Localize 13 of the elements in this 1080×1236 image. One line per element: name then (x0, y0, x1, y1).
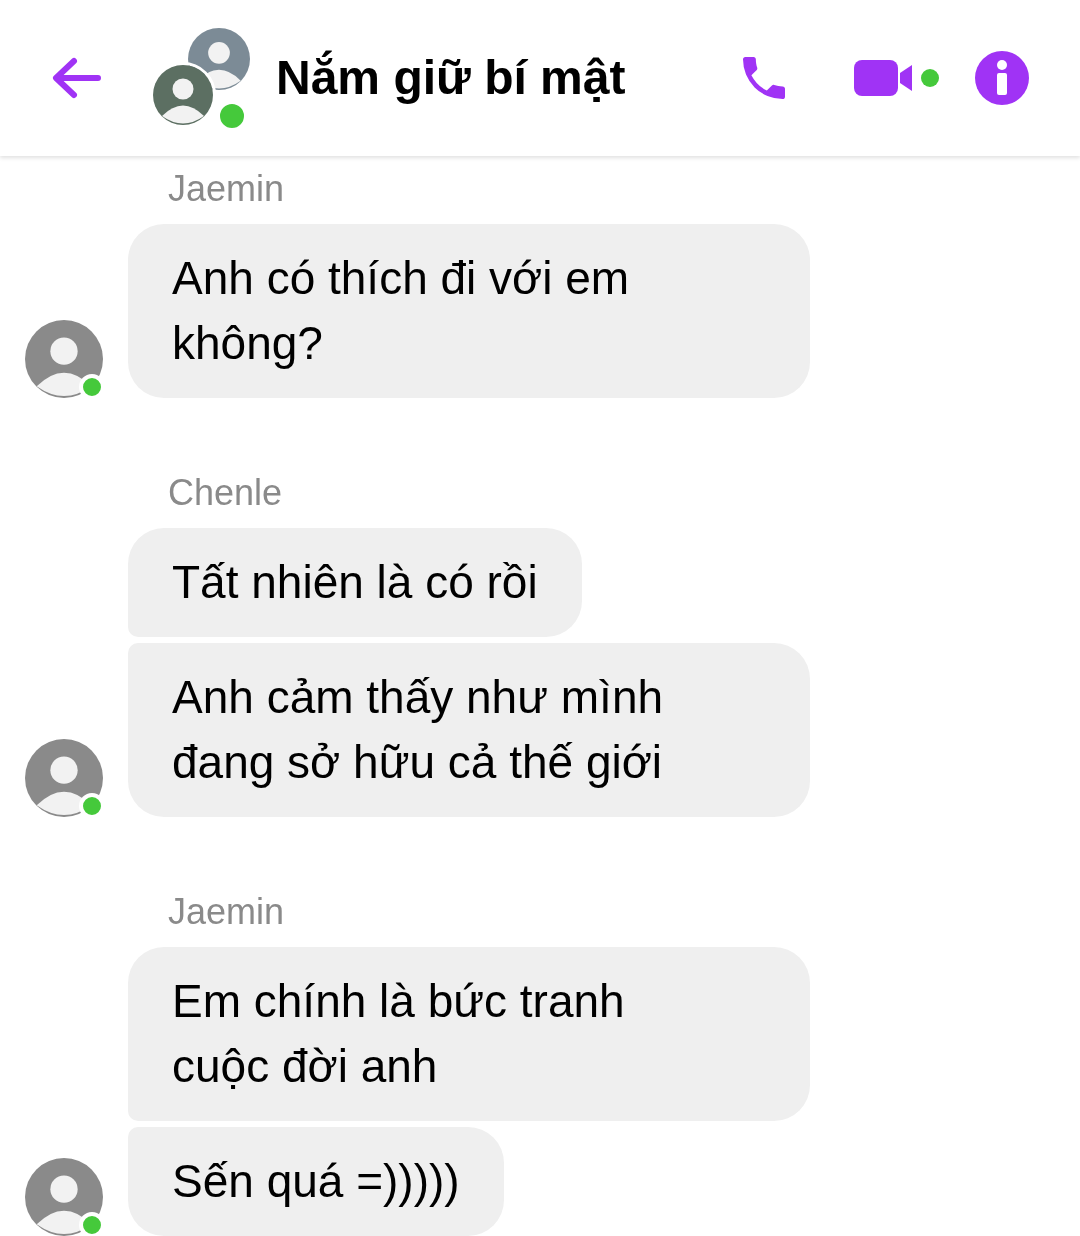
chat-title: Nắm giữ bí mật (276, 49, 626, 106)
sender-name: Jaemin (168, 890, 286, 934)
message-bubble: Tất nhiên là có rồi (128, 528, 582, 637)
message-bubble: Sến quá =))))) (128, 1127, 504, 1236)
info-icon[interactable] (974, 50, 1030, 106)
sender-name: Chenle (168, 471, 284, 515)
message-bubble: Anh có thích đi với em không? (128, 224, 810, 398)
avatar-icon (25, 320, 103, 398)
avatar-icon (25, 739, 103, 817)
message-bubble: Em chính là bức tranh cuộc đời anh (128, 947, 810, 1121)
message-bubble: Anh cảm thấy như mình đang sở hữu cả thế giới (128, 643, 810, 817)
sender-name: Jaemin (168, 167, 286, 211)
avatar-icon (25, 1158, 103, 1236)
